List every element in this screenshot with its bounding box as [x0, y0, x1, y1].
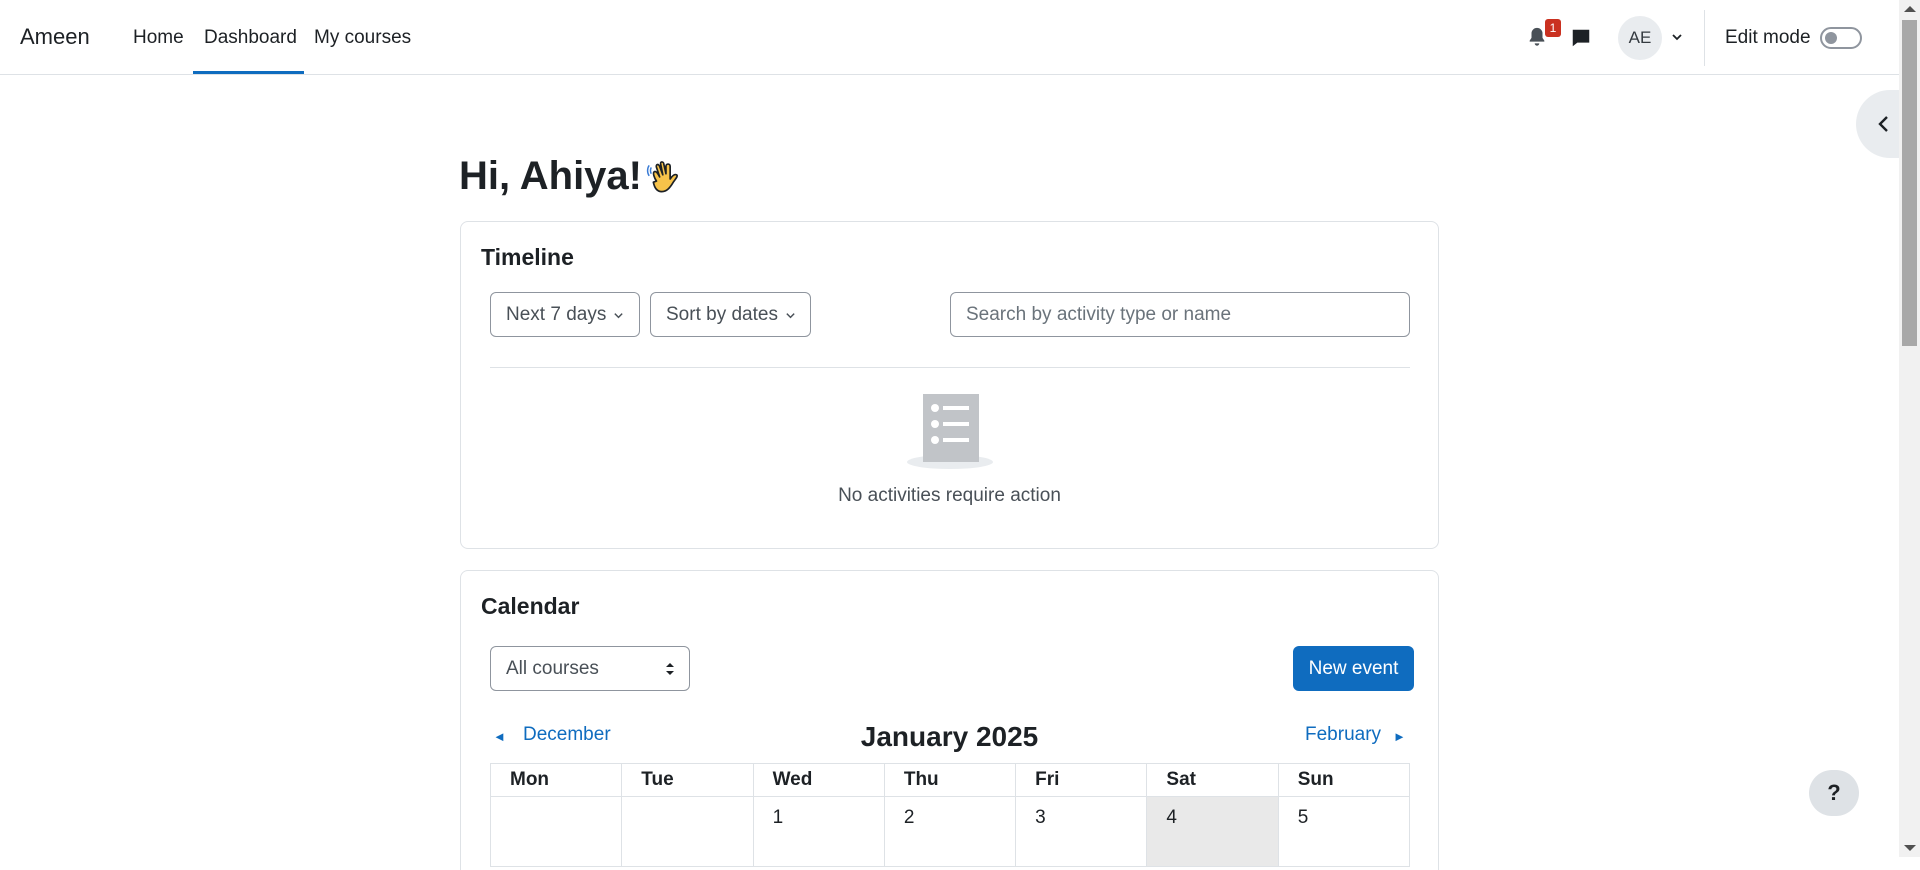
calendar-day-cell[interactable]: 5 [1277, 796, 1411, 867]
nav-link-home[interactable]: Home [133, 27, 184, 49]
edit-mode-label: Edit mode [1725, 27, 1811, 48]
scroll-down-arrow-icon[interactable] [1904, 845, 1916, 851]
calendar-day-cell[interactable]: 3 [1015, 796, 1148, 867]
calendar-day-cell [489, 796, 623, 867]
calendar-day-cell [621, 796, 754, 867]
chevron-down-icon [614, 313, 623, 319]
timeline-search-input[interactable] [950, 292, 1410, 337]
calendar-week-row: 1 2 3 4 5 [489, 796, 1411, 867]
timeline-divider [490, 367, 1410, 368]
timeline-title: Timeline [481, 244, 574, 270]
weekday-header: Wed [752, 763, 885, 797]
calendar-title: Calendar [481, 593, 580, 619]
timeline-range-label: Next 7 days [506, 304, 607, 325]
course-filter-select[interactable]: All courses [490, 646, 690, 691]
empty-list-icon [907, 394, 993, 469]
user-avatar[interactable]: AE [1618, 16, 1662, 60]
weekday-header: Fri [1015, 763, 1148, 797]
chevron-down-icon[interactable] [1671, 31, 1683, 43]
timeline-sort-dropdown[interactable]: Sort by dates [650, 292, 811, 337]
calendar-day-cell-today[interactable]: 4 [1146, 796, 1279, 867]
weekday-header: Thu [883, 763, 1017, 797]
calendar-card: Calendar All courses New event ◄ Decembe… [460, 570, 1439, 870]
weekday-header: Sat [1146, 763, 1279, 797]
nav-divider [1704, 10, 1705, 66]
course-filter-label: All courses [506, 658, 599, 679]
toggle-knob [1825, 32, 1837, 44]
chevron-down-icon [786, 313, 795, 319]
site-brand[interactable]: Ameen [20, 24, 90, 50]
timeline-empty-message: No activities require action [838, 485, 1061, 506]
weekday-header: Sun [1277, 763, 1411, 797]
edit-mode-toggle[interactable] [1820, 27, 1862, 49]
top-navbar: Ameen Home Dashboard My courses 1 AE Edi… [0, 0, 1899, 75]
new-event-button[interactable]: New event [1293, 646, 1414, 691]
waving-hand-icon [646, 161, 678, 193]
next-arrow-icon[interactable]: ► [1393, 729, 1406, 744]
sort-arrows-icon [666, 663, 674, 675]
page-greeting: Hi, Ahiya! [459, 154, 642, 198]
calendar-day-cell[interactable]: 2 [883, 796, 1017, 867]
next-month-link[interactable]: February [1305, 724, 1381, 746]
messages-icon[interactable] [1570, 27, 1592, 49]
nav-link-my-courses[interactable]: My courses [314, 27, 411, 49]
scrollbar-thumb[interactable] [1902, 20, 1917, 346]
weekday-header: Mon [489, 763, 623, 797]
calendar-grid: Mon Tue Wed Thu Fri Sat Sun 1 2 3 4 5 [489, 763, 1411, 867]
timeline-card: Timeline Next 7 days Sort by dates No ac… [460, 221, 1439, 549]
weekday-header: Tue [621, 763, 754, 797]
month-title: January 2025 [860, 721, 1039, 752]
timeline-sort-label: Sort by dates [666, 304, 778, 325]
timeline-range-dropdown[interactable]: Next 7 days [490, 292, 640, 337]
nav-link-dashboard[interactable]: Dashboard [204, 27, 297, 49]
weekday-header-row: Mon Tue Wed Thu Fri Sat Sun [489, 763, 1411, 797]
chevron-left-icon [1878, 116, 1888, 132]
calendar-day-cell[interactable]: 1 [752, 796, 885, 867]
help-button[interactable]: ? [1809, 770, 1859, 816]
notification-count-badge: 1 [1545, 19, 1561, 37]
active-tab-indicator [193, 71, 304, 74]
scroll-up-arrow-icon[interactable] [1904, 6, 1916, 12]
